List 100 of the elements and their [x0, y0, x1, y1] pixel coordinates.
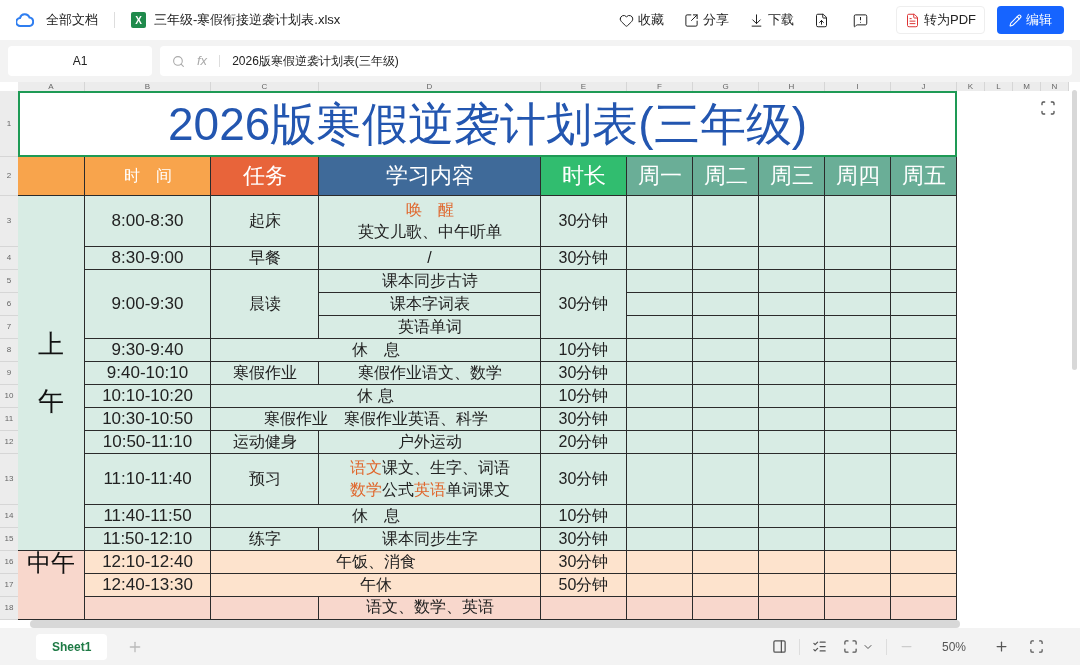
table-cell [825, 551, 891, 574]
cell-text: 语文课文、生字、词语 数学公式英语单词课文 [349, 458, 510, 500]
period-label: 上午 [38, 327, 64, 418]
row-header[interactable]: 17 [0, 574, 18, 597]
cloud-logo-icon [16, 13, 34, 27]
table-cell [891, 551, 957, 574]
column-header[interactable]: K [957, 82, 985, 91]
cell-reference-field[interactable]: A1 [8, 46, 152, 76]
row-header[interactable]: 8 [0, 339, 18, 362]
table-cell [759, 362, 825, 385]
column-heading: 时 间 [85, 157, 211, 196]
row-header[interactable]: 3 [0, 196, 18, 247]
table-cell: 30分钟 [541, 528, 627, 551]
column-header[interactable]: I [825, 82, 891, 91]
table-cell: 午饭、消食 [211, 551, 541, 574]
table-cell [891, 385, 957, 408]
table-cell [759, 316, 825, 339]
row-header[interactable]: 16 [0, 551, 18, 574]
search-icon [172, 54, 185, 68]
toolbar-action-button[interactable]: 分享 [684, 10, 729, 30]
side-panel-icon[interactable] [771, 639, 787, 654]
row-header[interactable]: 4 [0, 247, 18, 270]
column-heading: 周三 [759, 157, 825, 196]
column-header[interactable]: E [541, 82, 627, 91]
table-cell [825, 316, 891, 339]
row-header[interactable]: 10 [0, 385, 18, 408]
column-header[interactable]: J [891, 82, 957, 91]
edit-button[interactable]: 编辑 [997, 6, 1064, 34]
table-cell [693, 505, 759, 528]
table-cell [759, 505, 825, 528]
table-cell: 9:40-10:10 [85, 362, 211, 385]
zoom-in-icon[interactable] [994, 639, 1009, 654]
table-cell [759, 597, 825, 620]
table-cell: 12:10-12:40 [85, 551, 211, 574]
table-cell: 课本同步生字 [319, 528, 541, 551]
table-cell [693, 574, 759, 597]
column-header[interactable]: A [18, 82, 85, 91]
table-cell: 寒假作业 [211, 362, 319, 385]
table-cell [693, 270, 759, 293]
row-header[interactable]: 5 [0, 270, 18, 293]
column-header[interactable]: L [985, 82, 1013, 91]
row-header[interactable]: 13 [0, 454, 18, 505]
column-header[interactable]: B [85, 82, 211, 91]
column-header[interactable]: H [759, 82, 825, 91]
row-header[interactable]: 7 [0, 316, 18, 339]
column-header[interactable]: C [211, 82, 319, 91]
table-cell: 户外运动 [319, 431, 541, 454]
row-header[interactable]: 12 [0, 431, 18, 454]
table-cell [759, 270, 825, 293]
column-header[interactable]: N [1041, 82, 1069, 91]
table-cell [693, 408, 759, 431]
file-upload-icon[interactable] [814, 12, 829, 28]
horizontal-scrollbar[interactable] [30, 620, 960, 628]
row-header[interactable]: 11 [0, 408, 18, 431]
fit-view-icon[interactable] [842, 639, 858, 654]
table-cell: 10分钟 [541, 385, 627, 408]
table-cell [627, 270, 693, 293]
column-header[interactable]: D [319, 82, 541, 91]
function-label: fx [197, 52, 208, 71]
table-cell: 30分钟 [541, 247, 627, 270]
table-cell: 英语单词 [319, 316, 541, 339]
table-cell [891, 247, 957, 270]
table-cell [627, 528, 693, 551]
table-cell [693, 597, 759, 620]
column-header[interactable]: M [1013, 82, 1041, 91]
formula-field[interactable]: fx 2026版寒假逆袭计划表(三年级) [160, 46, 1072, 76]
table-cell [627, 385, 693, 408]
row-header[interactable]: 18 [0, 597, 18, 620]
table-cell [825, 385, 891, 408]
sheet-tab[interactable]: Sheet1 [36, 633, 108, 660]
all-documents-link[interactable]: 全部文档 [46, 10, 98, 30]
table-cell [627, 362, 693, 385]
row-header[interactable]: 15 [0, 528, 18, 551]
sheet-title: 2026版寒假逆袭计划表(三年级) [18, 91, 957, 157]
table-cell: 10分钟 [541, 339, 627, 362]
column-header[interactable]: F [627, 82, 693, 91]
table-cell [825, 454, 891, 505]
table-cell: 练字 [211, 528, 319, 551]
table-cell: 9:30-9:40 [85, 339, 211, 362]
row-header[interactable]: 9 [0, 362, 18, 385]
table-cell: 晨读 [211, 270, 319, 339]
table-cell: 12:40-13:30 [85, 574, 211, 597]
table-cell [693, 528, 759, 551]
table-cell [693, 431, 759, 454]
row-header[interactable]: 14 [0, 505, 18, 528]
row-header[interactable]: 6 [0, 293, 18, 316]
feedback-icon[interactable] [853, 12, 868, 28]
table-cell [759, 247, 825, 270]
row-header[interactable]: 1 [0, 91, 18, 157]
checklist-icon[interactable] [811, 639, 827, 654]
table-cell [891, 316, 957, 339]
table-cell: 30分钟 [541, 270, 627, 339]
toolbar-action-button[interactable]: 下载 [749, 10, 794, 30]
fullscreen-icon[interactable] [1029, 639, 1044, 654]
row-header[interactable]: 2 [0, 157, 18, 196]
toolbar-action-button[interactable]: 收藏 [619, 10, 664, 30]
table-cell [891, 505, 957, 528]
column-header[interactable]: G [693, 82, 759, 91]
convert-pdf-button[interactable]: 转为PDF [896, 6, 985, 34]
table-cell [891, 196, 957, 247]
